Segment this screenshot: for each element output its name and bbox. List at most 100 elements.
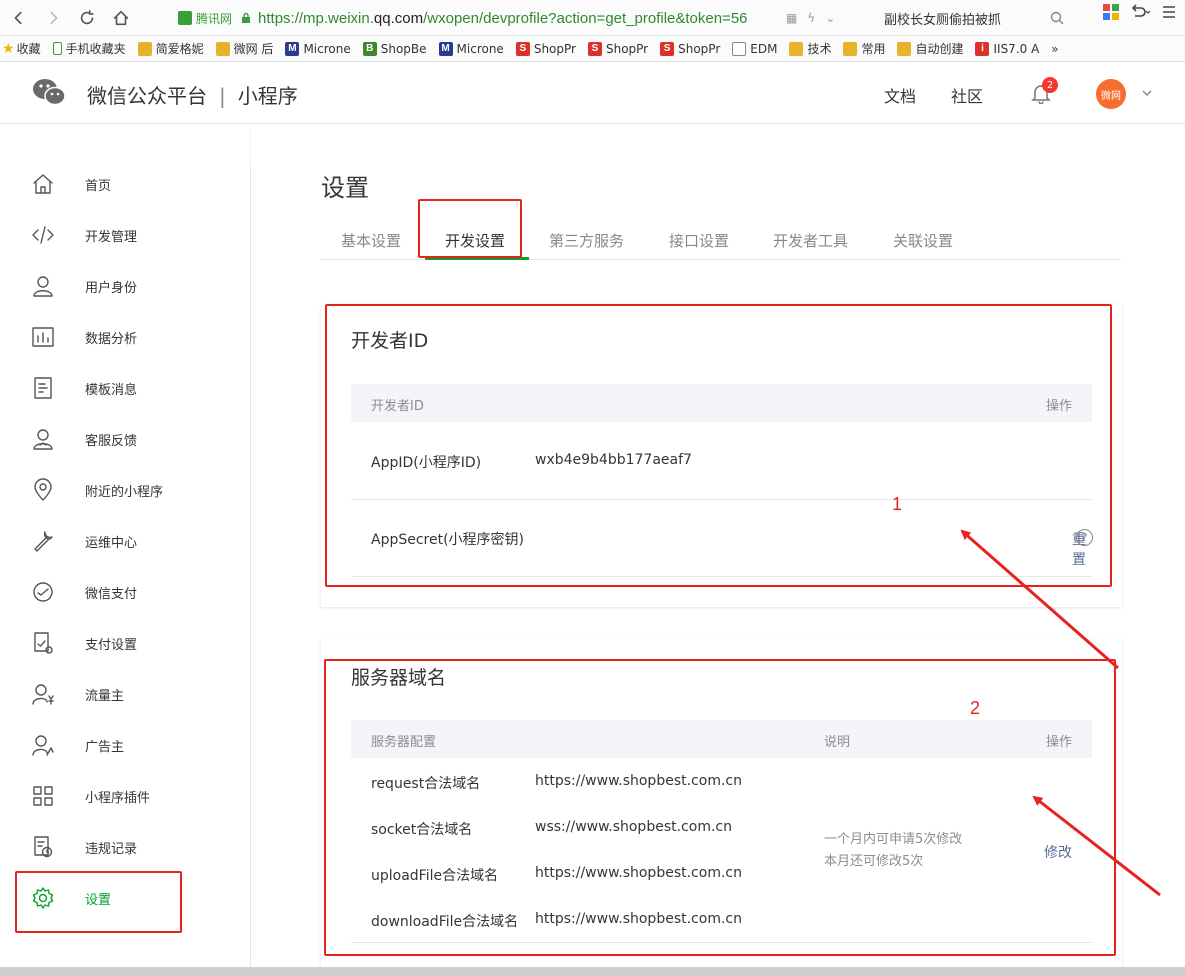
bookmark-4[interactable]: M Microne xyxy=(285,41,351,56)
bookmarks-more[interactable]: » xyxy=(1051,42,1058,56)
sidebar-item-label: 开发管理 xyxy=(85,229,138,245)
reload-button[interactable] xyxy=(72,3,102,33)
dropdown-icon[interactable]: ⌄ xyxy=(825,11,835,25)
sidebar-item-label: 模板消息 xyxy=(85,382,138,398)
sidebar-item-plugins[interactable]: 小程序插件 xyxy=(0,776,250,816)
user-icon xyxy=(33,276,53,297)
m-icon: M xyxy=(285,41,300,56)
record-icon xyxy=(34,836,53,858)
bookmark-11[interactable]: 技术 xyxy=(789,40,831,57)
sidebar-item-label: 微信支付 xyxy=(85,586,138,602)
back-icon xyxy=(14,11,22,24)
sidebar-item-customer-service[interactable]: 客服反馈 xyxy=(0,419,250,459)
avatar[interactable]: 微网 xyxy=(1096,79,1126,109)
bookmark-12[interactable]: 常用 xyxy=(843,40,885,57)
annotation-box-tab xyxy=(418,199,522,258)
sidebar-item-data-analysis[interactable]: 数据分析 xyxy=(0,317,250,357)
sidebar-item-label: 运维中心 xyxy=(85,535,138,551)
community-link[interactable]: 社区 xyxy=(951,83,983,107)
bookmark-label: 微网 后 xyxy=(233,42,274,56)
bookmark-9[interactable]: S ShopPr xyxy=(660,41,720,56)
tab-association-settings[interactable]: 关联设置 xyxy=(893,230,953,251)
tab-basic-settings[interactable]: 基本设置 xyxy=(341,230,401,251)
brand-name: 微信公众平台 xyxy=(87,84,207,108)
phone-icon xyxy=(52,42,62,55)
qr-code-icon[interactable]: ▦ xyxy=(786,11,797,25)
annotation-number-2: 2 xyxy=(970,698,981,718)
bookmark-13[interactable]: 自动创建 xyxy=(897,40,963,57)
folder-icon xyxy=(897,41,912,56)
bookmark-1[interactable]: 手机收藏夹 xyxy=(52,40,126,57)
reload-icon xyxy=(80,9,94,24)
brand-title[interactable]: 微信公众平台 | 小程序 xyxy=(87,80,298,109)
bookmark-2[interactable]: 简爱格妮 xyxy=(137,40,204,57)
wrench-icon xyxy=(34,531,53,552)
bookmark-label: 常用 xyxy=(861,42,886,56)
home-icon xyxy=(113,10,129,25)
lightning-icon[interactable]: ϟ xyxy=(807,11,815,25)
iis-icon: i xyxy=(975,41,990,56)
m-icon: M xyxy=(438,41,453,56)
url-actions: ▦ ϟ ⌄ xyxy=(786,11,835,25)
sidebar-item-traffic-owner[interactable]: 流量主 xyxy=(0,674,250,714)
sidebar-item-pay-settings[interactable]: 支付设置 xyxy=(0,623,250,663)
home-button[interactable] xyxy=(106,3,136,33)
site-name: 腾讯网 xyxy=(196,11,233,26)
sidebar-item-label: 数据分析 xyxy=(85,331,138,347)
sidebar-item-label: 违规记录 xyxy=(85,841,138,857)
sidebar-item-dev-management[interactable]: 开发管理 xyxy=(0,215,250,255)
plugin-icon xyxy=(33,786,53,806)
page-header: 微信公众平台 | 小程序 文档 社区 2 微网 xyxy=(0,62,1185,124)
forward-icon xyxy=(50,11,58,24)
bookmark-label: EDM xyxy=(750,41,778,56)
sidebar-item-wechat-pay[interactable]: 微信支付 xyxy=(0,572,250,612)
more-icon: » xyxy=(1051,41,1059,56)
address-bar[interactable]: 腾讯网 https://mp.weixin.qq.com/wxopen/devp… xyxy=(178,4,866,32)
bookmark-6[interactable]: M Microne xyxy=(438,41,504,56)
bookmarks-bar: ★ 收藏 手机收藏夹 简爱格妮 微网 后 M Microne B ShopBe M Mi… xyxy=(0,36,1185,62)
bookmark-3[interactable]: 微网 后 xyxy=(215,40,274,57)
sidebar-item-label: 用户身份 xyxy=(85,280,138,296)
horizontal-scrollbar[interactable] xyxy=(0,967,1185,976)
sidebar-item-label: 附近的小程序 xyxy=(85,484,164,500)
tab-interface-settings[interactable]: 接口设置 xyxy=(669,230,729,251)
sidebar-item-label: 流量主 xyxy=(85,688,125,704)
sidebar-item-ops-center[interactable]: 运维中心 xyxy=(0,521,250,561)
sidebar-item-nearby[interactable]: 附近的小程序 xyxy=(0,470,250,510)
site-favicon-icon xyxy=(178,11,192,25)
bookmark-7[interactable]: S ShopPr xyxy=(515,41,576,56)
pay-settings-icon xyxy=(34,632,53,654)
bookmark-label: ShopPr xyxy=(605,41,649,56)
menu-icon[interactable] xyxy=(1161,4,1177,20)
sidebar-item-template-message[interactable]: 模板消息 xyxy=(0,368,250,408)
url-domain: qq.com xyxy=(373,9,424,27)
forward-button[interactable] xyxy=(38,3,68,33)
search-text: 副校长女厕偷拍被抓 xyxy=(884,12,1002,28)
chevron-down-icon[interactable] xyxy=(1141,87,1153,99)
bookmark-5[interactable]: B ShopBe xyxy=(362,41,427,56)
s-icon: S xyxy=(587,41,602,56)
search-icon[interactable] xyxy=(1050,11,1064,25)
sidebar-item-user-identity[interactable]: 用户身份 xyxy=(0,266,250,306)
bookmark-14[interactable]: i IIS7.0 A xyxy=(975,41,1039,56)
apps-icon[interactable] xyxy=(1103,4,1119,20)
sidebar-item-violations[interactable]: 违规记录 xyxy=(0,827,250,867)
annotation-box-developer-id xyxy=(325,304,1112,587)
s-icon: S xyxy=(515,41,530,56)
sidebar-item-home[interactable]: 首页 xyxy=(0,164,250,204)
back-button[interactable] xyxy=(4,3,34,33)
sidebar-item-advertiser[interactable]: 广告主 xyxy=(0,725,250,765)
bookmark-label: 技术 xyxy=(807,42,832,56)
code-icon xyxy=(32,226,54,244)
bookmark-8[interactable]: S ShopPr xyxy=(587,41,649,56)
tab-dev-tools[interactable]: 开发者工具 xyxy=(773,230,848,251)
bookmark-0[interactable]: ★ 收藏 xyxy=(2,40,41,57)
chart-icon xyxy=(32,327,54,347)
search-box[interactable]: 副校长女厕偷拍被抓 xyxy=(876,4,1072,32)
undo-icon[interactable] xyxy=(1129,4,1151,20)
tab-third-party[interactable]: 第三方服务 xyxy=(549,230,624,251)
traffic-icon xyxy=(32,684,54,705)
bookmark-10[interactable]: EDM xyxy=(732,41,778,56)
docs-link[interactable]: 文档 xyxy=(884,83,916,107)
url-rest: /wxopen/devprofile?action=get_profile&to… xyxy=(423,9,748,27)
